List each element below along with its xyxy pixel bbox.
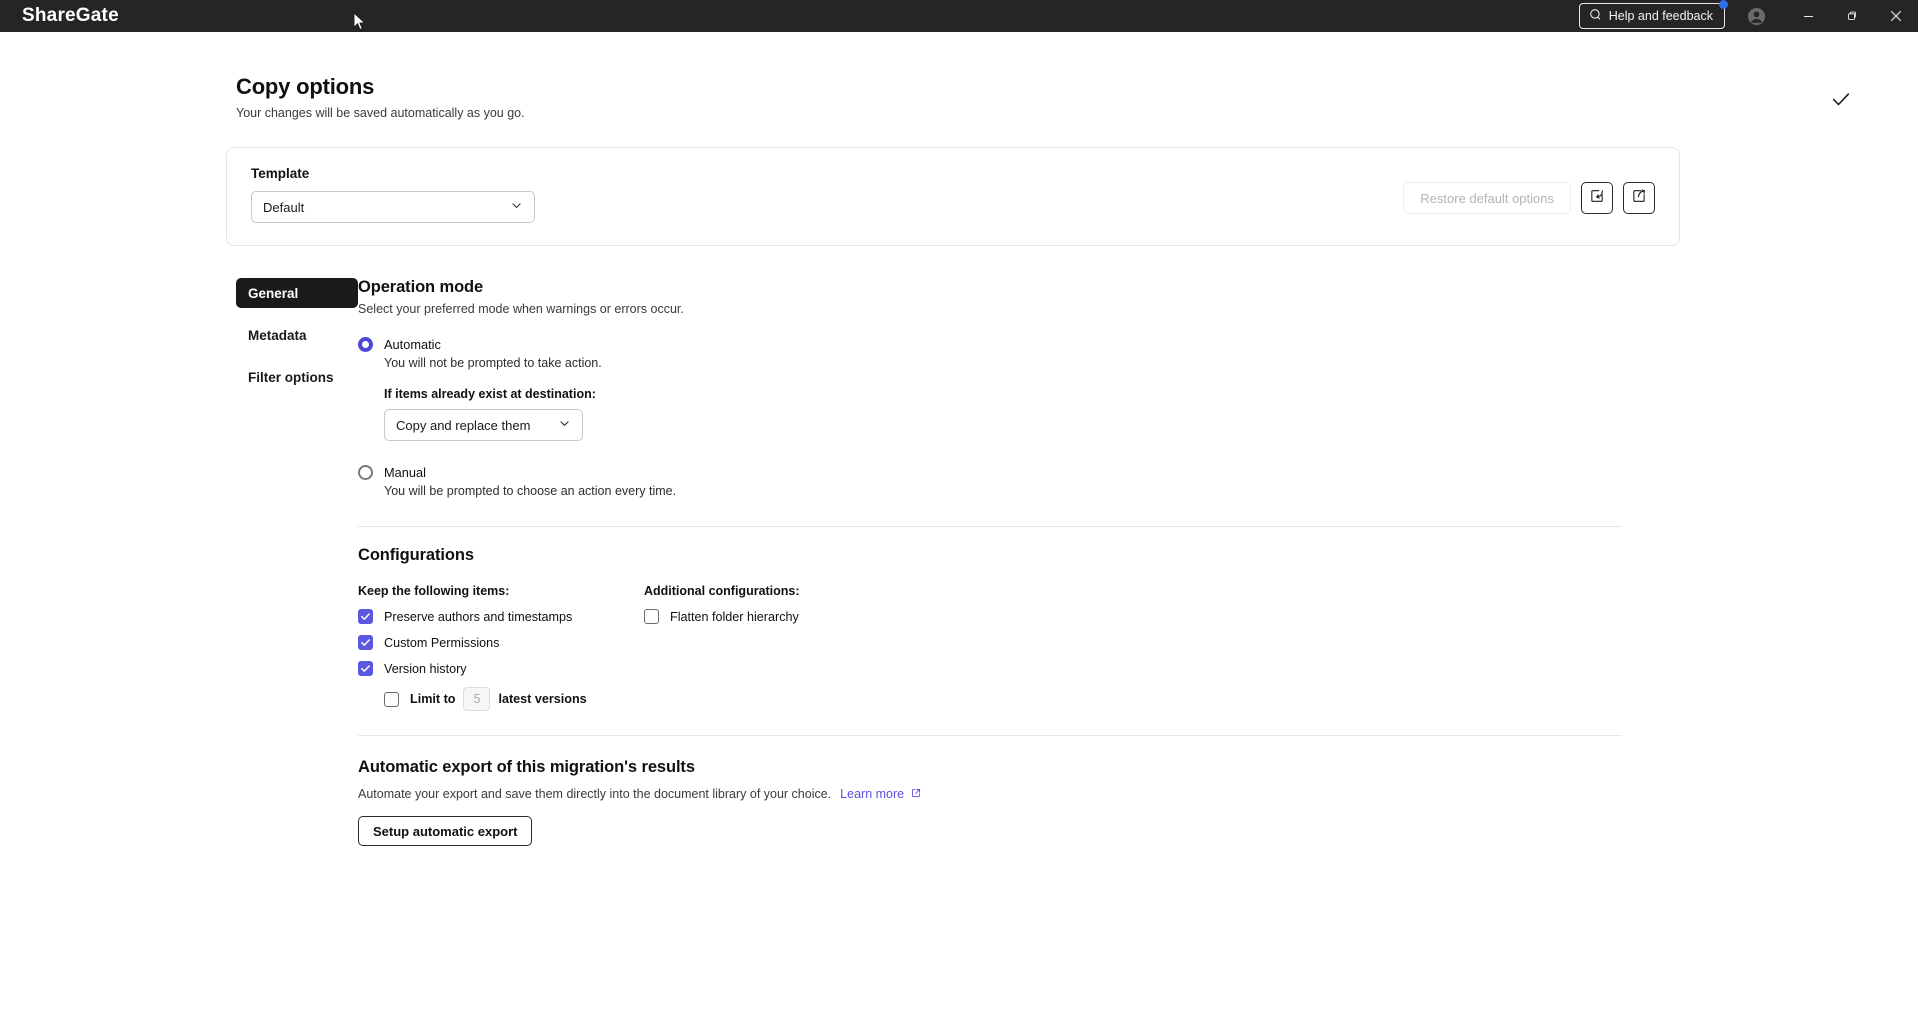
operation-mode-subtitle: Select your preferred mode when warnings…: [358, 302, 684, 316]
sidebar-item-label: Filter options: [248, 369, 334, 385]
radio-manual-description: You will be prompted to choose an action…: [384, 484, 677, 498]
export-options-icon: [1631, 188, 1647, 209]
help-and-feedback-button[interactable]: Help and feedback: [1578, 0, 1728, 29]
checkbox-flatten-folder-hierarchy-control[interactable]: [644, 609, 659, 624]
version-limit-row: Limit to 5 latest versions: [384, 687, 644, 711]
external-link-icon: [908, 787, 921, 801]
radio-automatic[interactable]: Automatic: [358, 337, 1622, 352]
page-title: Copy options: [236, 74, 375, 99]
radio-manual-label: Manual: [384, 465, 426, 480]
sidebar-item-label: General: [248, 285, 299, 301]
checkbox-version-history-control[interactable]: [358, 661, 373, 676]
checkbox-label: Flatten folder hierarchy: [670, 609, 799, 624]
sidebar-item-filter-options[interactable]: Filter options: [236, 362, 358, 392]
checkbox-custom-permissions[interactable]: Custom Permissions: [358, 635, 644, 650]
template-select[interactable]: Default: [251, 191, 535, 223]
existing-items-select[interactable]: Copy and replace them: [384, 409, 583, 441]
template-select-value: Default: [263, 199, 305, 215]
checkmark-icon: [1832, 93, 1850, 106]
checkbox-flatten-folder-hierarchy[interactable]: Flatten folder hierarchy: [644, 609, 800, 624]
help-and-feedback-label: Help and feedback: [1608, 8, 1713, 23]
page-header: Copy options Your changes will be saved …: [0, 32, 1918, 120]
automatic-export-title: Automatic export of this migration's res…: [358, 758, 695, 776]
radio-automatic-description: You will not be prompted to take action.: [384, 356, 602, 370]
template-label: Template: [251, 166, 310, 181]
checkbox-version-history[interactable]: Version history: [358, 661, 644, 676]
automatic-export-subtitle: Automate your export and save them direc…: [358, 787, 832, 801]
radio-automatic-label: Automatic: [384, 337, 441, 352]
learn-more-link[interactable]: Learn more: [840, 787, 920, 801]
titlebar-controls: Help and feedback: [1578, 0, 1918, 32]
confirm-checkmark-button[interactable]: [1824, 82, 1858, 116]
version-limit-input[interactable]: 5: [463, 687, 491, 711]
checkbox-limit-versions-control[interactable]: [384, 691, 399, 707]
page-header-text: Copy options Your changes will be saved …: [236, 74, 525, 120]
checkbox-label: Custom Permissions: [384, 635, 500, 650]
sidebar-item-label: Metadata: [248, 327, 307, 343]
configurations-title: Configurations: [358, 546, 474, 564]
latest-versions-label: latest versions: [498, 692, 587, 706]
checkbox-label: Version history: [384, 661, 467, 676]
template-card-actions: Restore default options: [1403, 182, 1655, 214]
window-titlebar: ShareGate Help and feedback: [0, 0, 1918, 32]
keep-items-label: Keep the following items:: [358, 584, 510, 598]
options-content: Operation mode Select your preferred mod…: [358, 278, 1622, 846]
template-field: Template Default: [251, 166, 535, 223]
options-body: General Metadata Filter options Operatio…: [236, 278, 1918, 846]
sidebar-item-general[interactable]: General: [236, 278, 358, 308]
configurations-columns: Keep the following items: Preserve autho…: [358, 584, 1622, 711]
minimize-button[interactable]: [1786, 0, 1830, 32]
automatic-export-subtitle-row: Automate your export and save them direc…: [358, 782, 1622, 801]
checkbox-preserve-authors-control[interactable]: [358, 609, 373, 624]
notification-badge: [1719, 0, 1728, 10]
additional-configurations-label: Additional configurations:: [644, 584, 800, 598]
import-options-icon: [1589, 188, 1605, 209]
import-options-button[interactable]: [1581, 182, 1613, 214]
checkbox-custom-permissions-control[interactable]: [358, 635, 373, 650]
options-sidebar: General Metadata Filter options: [236, 278, 358, 846]
copy-options-page: Copy options Your changes will be saved …: [0, 32, 1918, 846]
section-divider: [358, 735, 1622, 736]
page-subtitle: Your changes will be saved automatically…: [236, 106, 525, 120]
account-circle-icon[interactable]: [1747, 7, 1766, 26]
learn-more-label: Learn more: [840, 787, 905, 801]
operation-mode-section: Operation mode Select your preferred mod…: [358, 278, 1622, 498]
automatic-export-section: Automatic export of this migration's res…: [358, 758, 1622, 846]
existing-items-select-value: Copy and replace them: [396, 417, 531, 433]
radio-manual-control[interactable]: [358, 465, 373, 480]
keep-items-column: Keep the following items: Preserve autho…: [358, 584, 644, 711]
operation-mode-title: Operation mode: [358, 278, 484, 296]
setup-automatic-export-button[interactable]: Setup automatic export: [358, 816, 533, 846]
limit-to-label: Limit to: [410, 692, 456, 706]
section-divider: [358, 526, 1622, 527]
checkbox-label: Preserve authors and timestamps: [384, 609, 573, 624]
restore-default-options-button[interactable]: Restore default options: [1403, 182, 1571, 214]
app-brand: ShareGate: [22, 5, 119, 26]
close-button[interactable]: [1874, 0, 1918, 32]
configurations-section: Configurations Keep the following items:…: [358, 546, 1622, 711]
existing-items-field: If items already exist at destination: C…: [384, 387, 1622, 441]
search-chat-icon: [1589, 8, 1602, 24]
restore-window-button[interactable]: [1830, 0, 1874, 32]
radio-manual[interactable]: Manual: [358, 465, 1622, 480]
checkbox-preserve-authors[interactable]: Preserve authors and timestamps: [358, 609, 644, 624]
sidebar-item-metadata[interactable]: Metadata: [236, 320, 358, 350]
template-card: Template Default Restore default options: [226, 147, 1680, 246]
export-options-button[interactable]: [1623, 182, 1655, 214]
chevron-down-icon: [558, 417, 571, 433]
additional-configurations-column: Additional configurations: Flatten folde…: [644, 584, 800, 711]
existing-items-label: If items already exist at destination:: [384, 387, 596, 401]
chevron-down-icon: [510, 199, 523, 215]
radio-automatic-control[interactable]: [358, 337, 373, 352]
